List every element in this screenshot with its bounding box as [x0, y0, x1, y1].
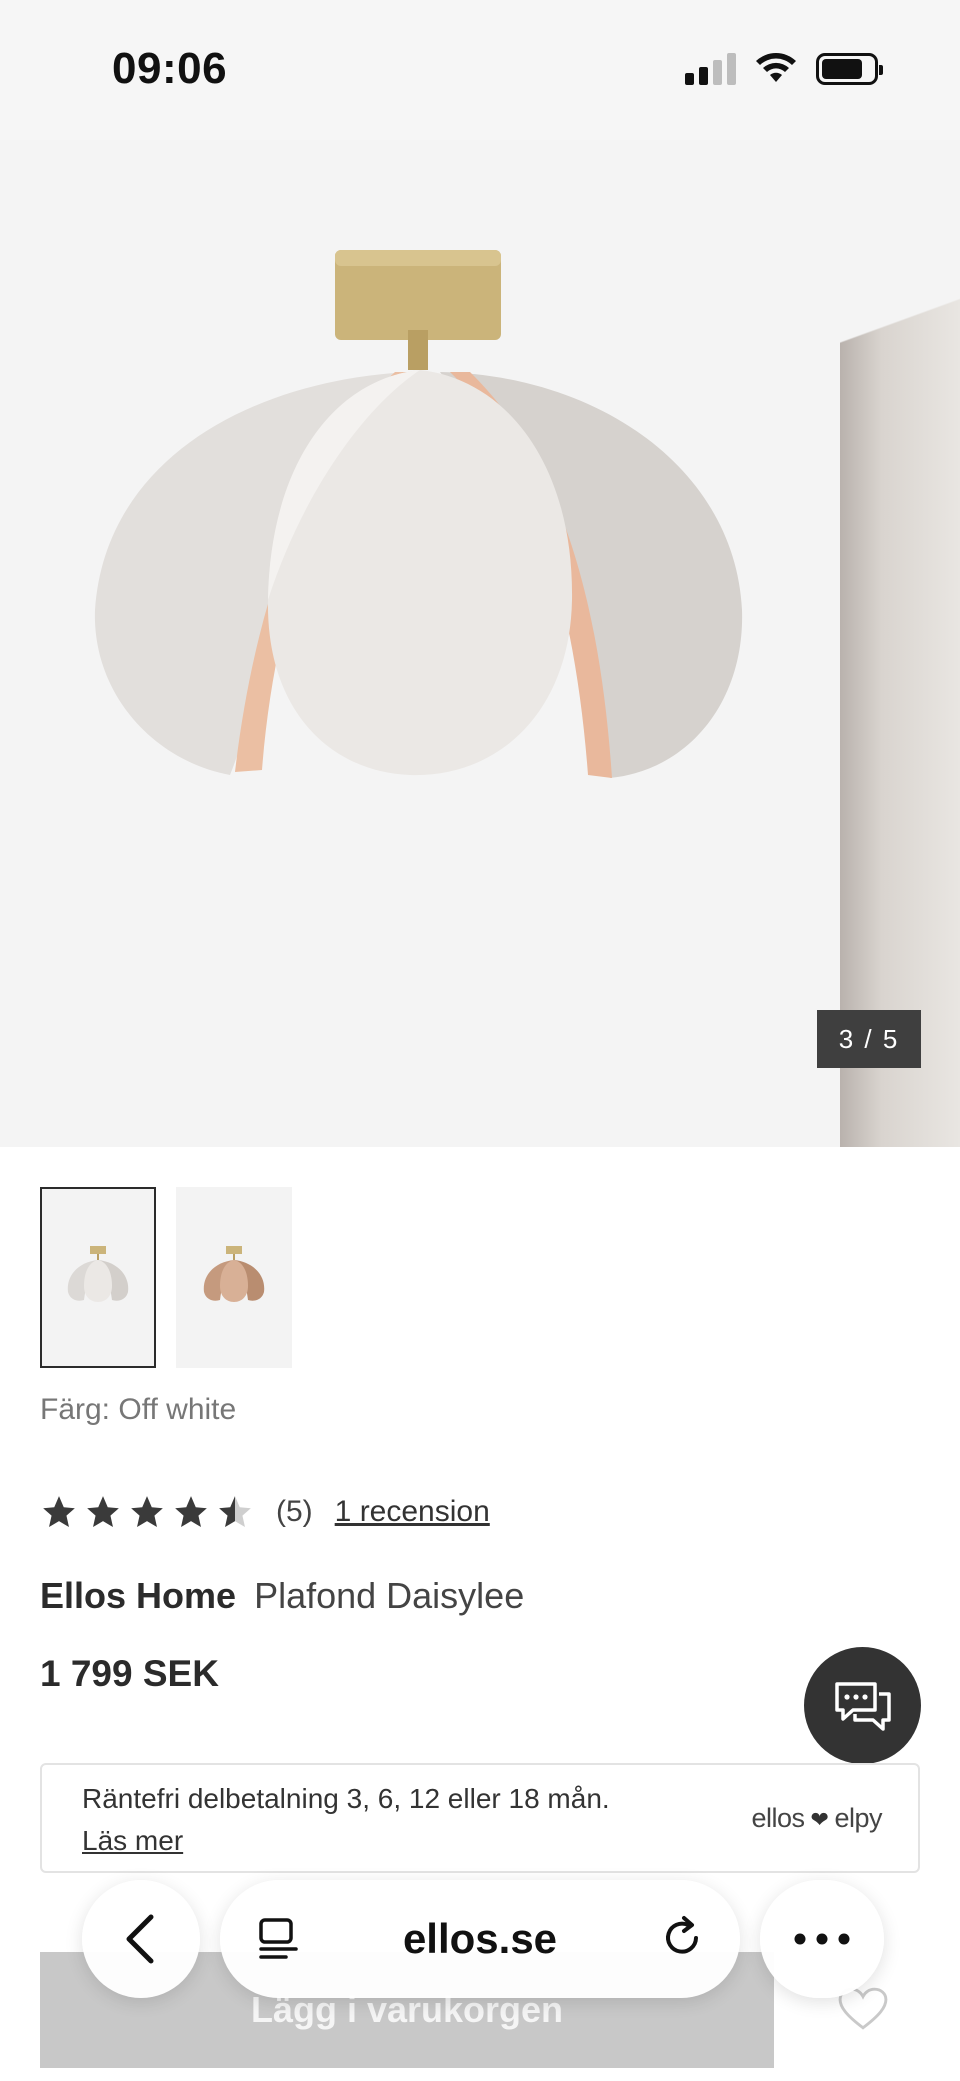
half-star-icon	[219, 1496, 251, 1528]
cellular-signal-icon	[685, 53, 736, 85]
star-icon	[87, 1496, 119, 1528]
more-dots-icon	[794, 1933, 850, 1945]
lamp-image	[94, 250, 743, 778]
star-icon	[131, 1496, 163, 1528]
address-bar[interactable]: ellos.se	[220, 1880, 740, 1998]
reader-mode-icon	[259, 1918, 298, 1959]
read-more-link[interactable]: Läs mer	[82, 1825, 183, 1857]
lamp-thumbnail-icon	[203, 1245, 265, 1302]
thumbnail-rose[interactable]	[176, 1187, 292, 1368]
logo-ellos-text: ellos	[751, 1803, 806, 1833]
product-price: 1 799 SEK	[40, 1653, 219, 1694]
browser-toolbar: ellos.se	[0, 1880, 960, 2010]
chevron-left-icon	[126, 1914, 154, 1964]
product-image-carousel[interactable]: 3 / 5	[0, 0, 960, 1147]
slide-counter: 3 / 5	[817, 1010, 921, 1068]
battery-icon	[816, 53, 883, 85]
star-icon	[175, 1496, 207, 1528]
lamp-thumbnail-icon	[67, 1245, 129, 1302]
payment-info-text: Räntefri delbetalning 3, 6, 12 eller 18 …	[82, 1783, 610, 1814]
color-label: Färg: Off white	[40, 1393, 237, 1426]
thumbnail-off-white[interactable]	[40, 1187, 156, 1368]
reviews-link[interactable]: 1 recension	[335, 1495, 490, 1529]
product-brand[interactable]: Ellos Home	[40, 1575, 236, 1616]
url-text: ellos.se	[402, 1915, 558, 1962]
product-title: Ellos Home Plafond Daisylee	[40, 1575, 524, 1617]
chat-icon	[834, 1681, 891, 1731]
logo-elpy-text: elpy	[834, 1803, 882, 1833]
reload-icon[interactable]	[658, 1914, 706, 1962]
status-icons	[685, 52, 883, 86]
back-button[interactable]	[82, 1880, 200, 1998]
ellos-elpy-logo: ellos ❤ elpy	[752, 1803, 883, 1834]
rating-row: (5) 1 recension	[40, 1493, 490, 1531]
thumbnail-list	[40, 1187, 292, 1368]
status-bar: 09:06	[0, 0, 960, 140]
rating-stars	[40, 1493, 254, 1531]
star-icon	[43, 1496, 75, 1528]
wifi-icon	[756, 53, 796, 82]
heart-icon: ❤	[810, 1807, 829, 1832]
status-time: 09:06	[112, 44, 228, 93]
more-options-button[interactable]	[760, 1880, 884, 1998]
chat-button[interactable]	[804, 1647, 921, 1764]
payment-info-box: Räntefri delbetalning 3, 6, 12 eller 18 …	[40, 1763, 920, 1873]
rating-count: (5)	[276, 1495, 313, 1528]
product-name: Plafond Daisylee	[254, 1575, 525, 1616]
